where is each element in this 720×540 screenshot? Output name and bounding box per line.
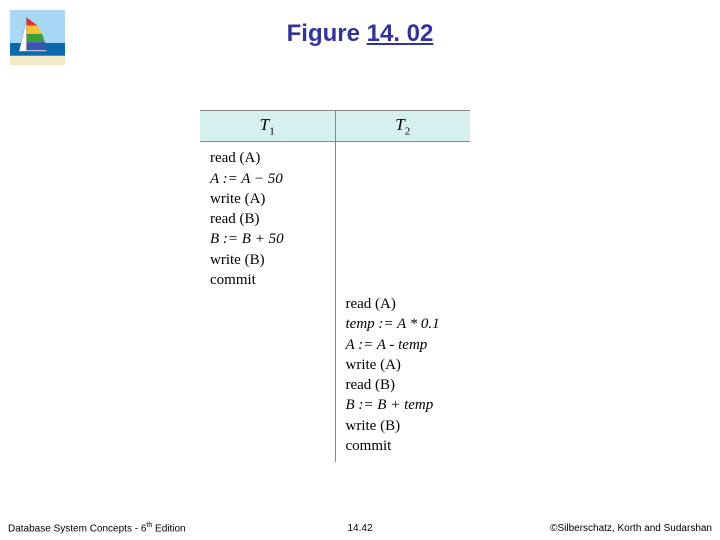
- t1-op: read (A): [210, 150, 260, 166]
- t2-op: read (A): [346, 296, 396, 312]
- t2-op: B := B + temp: [346, 397, 434, 413]
- footer-copyright: ©Silberschatz, Korth and Sudarshan: [550, 523, 712, 534]
- title-number: 14. 02: [367, 20, 434, 47]
- t2-op: temp := A * 0.1: [346, 316, 440, 332]
- slide: Figure 14. 02 T1 T2 read (A) A := A − 50…: [0, 0, 720, 540]
- t2-op: write (A): [346, 357, 401, 373]
- t1-op: write (B): [210, 252, 265, 268]
- t1-op: commit: [210, 272, 256, 288]
- header-row: T1 T2: [200, 111, 470, 142]
- t2-empty-cell: [335, 142, 470, 292]
- t2-ops-cell: read (A) temp := A * 0.1 A := A - temp w…: [335, 292, 470, 462]
- t2-op: read (B): [346, 377, 396, 393]
- col-header-t1: T1: [200, 111, 335, 142]
- col-header-t2: T2: [335, 111, 470, 142]
- schedule-table: T1 T2 read (A) A := A − 50 write (A) rea…: [200, 110, 470, 462]
- t1-op: B := B + 50: [210, 231, 284, 247]
- t2-op: commit: [346, 438, 392, 454]
- title-prefix: Figure: [287, 20, 360, 47]
- t1-empty-cell: [200, 292, 335, 462]
- t2-op: write (B): [346, 418, 401, 434]
- t1-ops-cell: read (A) A := A − 50 write (A) read (B) …: [200, 142, 335, 292]
- t1-op: read (B): [210, 211, 260, 227]
- schedule-figure: T1 T2 read (A) A := A − 50 write (A) rea…: [200, 110, 470, 462]
- t1-op: write (A): [210, 191, 265, 207]
- t2-op: A := A - temp: [346, 337, 428, 353]
- row-t1-block: read (A) A := A − 50 write (A) read (B) …: [200, 142, 470, 292]
- slide-title: Figure 14. 02: [0, 20, 720, 48]
- t1-op: A := A − 50: [210, 171, 283, 187]
- row-t2-block: read (A) temp := A * 0.1 A := A - temp w…: [200, 292, 470, 462]
